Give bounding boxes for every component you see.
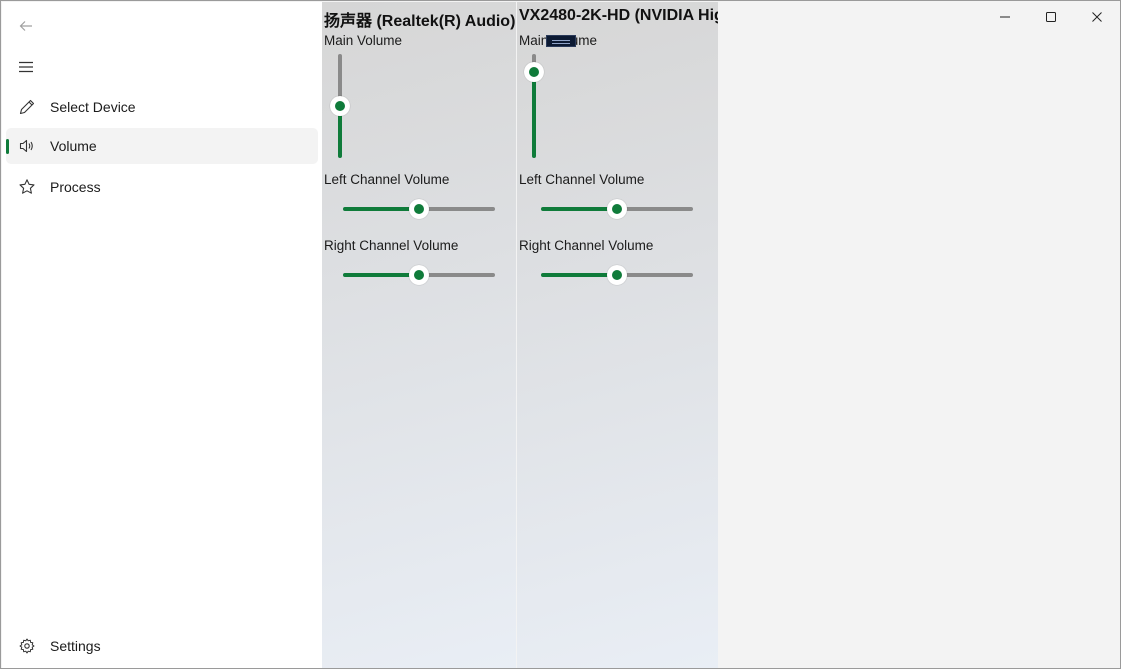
slider-fill xyxy=(532,72,536,158)
slider-tooltip xyxy=(546,35,576,47)
device-panel: VX2480-2K-HD (NVIDIA High Definition Aud… xyxy=(517,2,718,668)
close-button[interactable] xyxy=(1074,2,1120,32)
device-title: 扬声器 (Realtek(R) Audio) xyxy=(324,13,516,30)
main-volume-label: Main Volume xyxy=(324,33,403,48)
slider-thumb[interactable] xyxy=(330,96,350,116)
sidebar-item-label: Process xyxy=(50,179,101,195)
sidebar-item-settings[interactable]: Settings xyxy=(6,628,318,664)
left-channel-slider[interactable] xyxy=(343,199,495,219)
right-channel-slider[interactable] xyxy=(541,265,693,285)
slider-fill xyxy=(541,273,617,277)
minimize-button[interactable] xyxy=(982,2,1028,32)
hamburger-icon xyxy=(19,61,33,73)
slider-thumb[interactable] xyxy=(607,265,627,285)
slider-thumb[interactable] xyxy=(409,265,429,285)
left-channel-label: Left Channel Volume xyxy=(324,172,450,187)
slider-track xyxy=(419,273,495,277)
close-icon xyxy=(1092,12,1102,22)
slider-track xyxy=(617,207,693,211)
maximize-button[interactable] xyxy=(1028,2,1074,32)
slider-fill xyxy=(343,273,419,277)
gear-icon xyxy=(18,637,36,655)
slider-track xyxy=(617,273,693,277)
navigation-pane: Select Device Volume Process Settings xyxy=(2,2,322,668)
main-volume-slider[interactable] xyxy=(330,54,350,158)
back-arrow-icon xyxy=(19,21,32,31)
sidebar-item-label: Volume xyxy=(50,138,97,154)
right-channel-label: Right Channel Volume xyxy=(519,238,654,253)
device-title: VX2480-2K-HD (NVIDIA High Definition Aud… xyxy=(519,7,718,24)
device-panel: 扬声器 (Realtek(R) Audio) Main Volume Left … xyxy=(322,2,516,668)
main-volume-slider[interactable] xyxy=(524,54,544,158)
selection-indicator xyxy=(6,139,9,154)
maximize-icon xyxy=(1046,12,1056,22)
slider-thumb[interactable] xyxy=(607,199,627,219)
pencil-icon xyxy=(18,98,36,116)
speaker-icon xyxy=(18,137,36,155)
left-channel-slider[interactable] xyxy=(541,199,693,219)
minimize-icon xyxy=(1000,16,1010,18)
sidebar-item-label: Select Device xyxy=(50,99,136,115)
slider-track xyxy=(419,207,495,211)
star-icon xyxy=(18,178,36,196)
sidebar-item-volume[interactable]: Volume xyxy=(6,128,318,164)
slider-fill xyxy=(343,207,419,211)
sidebar-item-select-device[interactable]: Select Device xyxy=(6,89,318,125)
sidebar-item-label: Settings xyxy=(50,638,101,654)
menu-toggle-button[interactable] xyxy=(12,54,40,80)
right-channel-label: Right Channel Volume xyxy=(324,238,459,253)
right-channel-slider[interactable] xyxy=(343,265,495,285)
back-button[interactable] xyxy=(12,14,40,38)
sidebar-item-process[interactable]: Process xyxy=(6,169,318,205)
left-channel-label: Left Channel Volume xyxy=(519,172,645,187)
slider-thumb[interactable] xyxy=(524,62,544,83)
slider-fill xyxy=(541,207,617,211)
slider-thumb[interactable] xyxy=(409,199,429,219)
app-window: Select Device Volume Process Settings 扬声… xyxy=(0,0,1121,669)
